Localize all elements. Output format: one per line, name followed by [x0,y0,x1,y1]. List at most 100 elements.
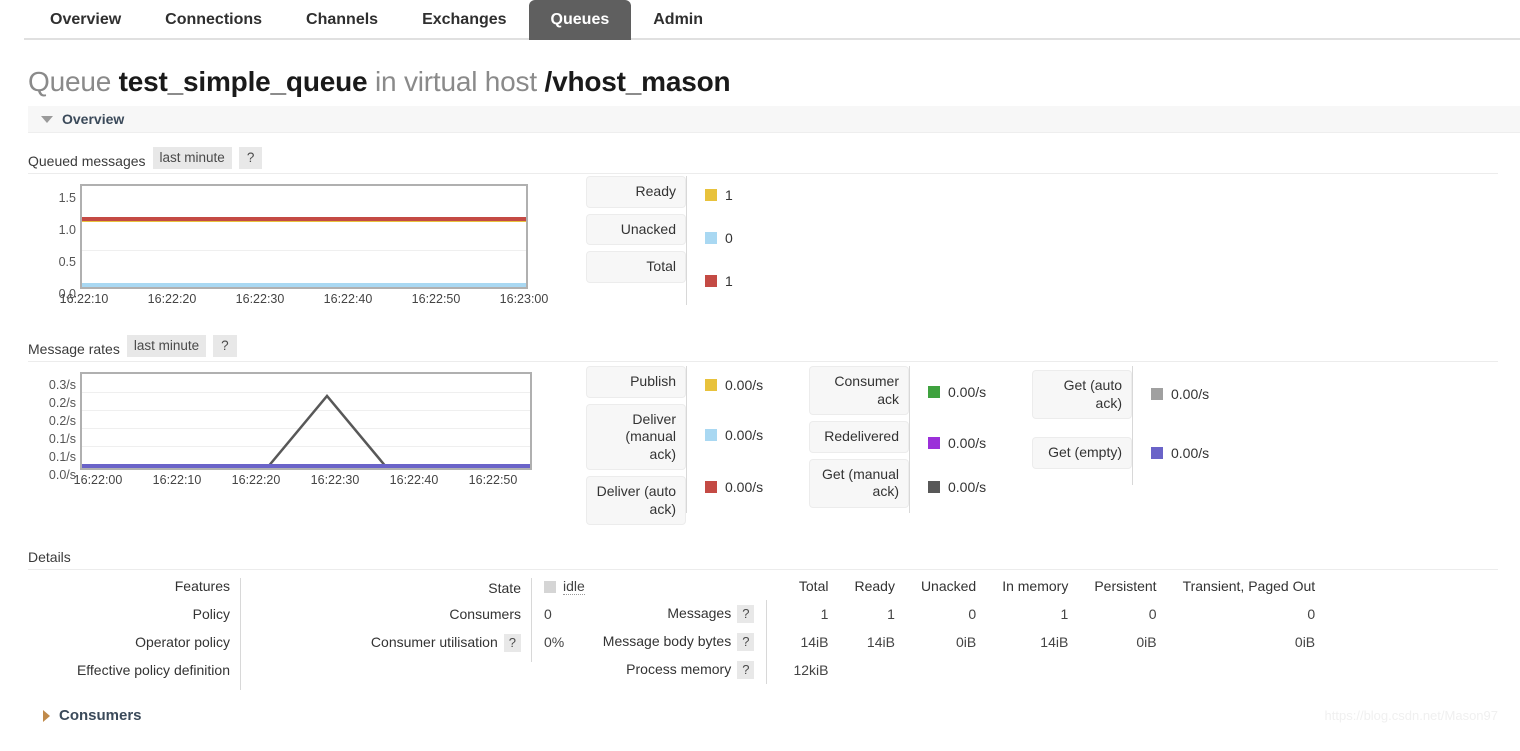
legend-row: Get (manual ack) [809,458,909,508]
stats-cell: 0iB [1294,634,1316,650]
nav-tab-channels[interactable]: Channels [284,0,400,40]
details-label-state: State [488,579,521,596]
help-icon-messages[interactable]: ? [737,605,755,623]
nav-tab-overview[interactable]: Overview [28,0,143,40]
legend-value-text: 0.00/s [1171,385,1210,402]
nav-tab-queues[interactable]: Queues [528,0,632,40]
nav-tab-connections[interactable]: Connections [143,0,284,40]
details-row-consumer-utilisation: Consumer utilisation? 0% [241,634,585,662]
queue-name: test_simple_queue [118,66,368,97]
legend-row: 0.00/s [687,467,783,507]
color-swatch-deliver-manual-ack [705,429,717,441]
section-overview-header[interactable]: Overview [28,106,1520,133]
message-rates-header: Message rates last minute ? [28,335,1498,362]
stats-cell: 0 [1148,606,1157,622]
legend-value-text: 0.00/s [948,384,987,400]
details-label-consumer-utilisation: Consumer utilisation? [241,634,531,652]
legend-button-ready[interactable]: Ready [586,176,686,208]
color-swatch-unacked [705,231,717,244]
legend-button-get-empty[interactable]: Get (empty) [1032,437,1132,469]
legend-button-total[interactable]: Total [586,251,686,283]
message-rates-period-button[interactable]: last minute [126,335,207,357]
message-rates-plot [80,372,532,470]
queued-messages-header: Queued messages last minute ? [28,147,1498,174]
legend-value-text: 0.00/s [948,479,987,495]
details-label-features: Features [174,578,230,594]
help-icon-process-memory[interactable]: ? [737,661,755,679]
stats-cell: 12kiB [793,662,829,678]
legend-value-get-manual-ack: 0.00/s [910,479,1006,495]
queue-stats-table: Total Ready Unacked In memory Persistent… [602,578,1316,684]
details-label-effective-policy-definition: Effective policy definition [76,662,230,678]
legend-button-deliver-manual-ack[interactable]: Deliver (manual ack) [586,403,686,470]
stats-row-label-process-memory: Process memory? [602,656,768,684]
legend-value-text: 0 [725,229,733,246]
legend-buttons-column: Ready Unacked Total [586,176,686,289]
legend-value-deliver-auto-ack: 0.00/s [687,479,783,495]
stats-row-label-messages: Messages? [602,600,768,628]
color-swatch-deliver-auto-ack [705,481,717,493]
legend-button-get-auto-ack[interactable]: Get (auto ack) [1032,370,1132,419]
x-tick: 16:22:10 [152,473,202,487]
rates-values-column-1: 0.00/s 0.00/s 0.00/s [686,366,783,513]
color-swatch-ready [705,188,717,201]
queued-messages-period-button[interactable]: last minute [152,147,232,169]
nav-tab-admin[interactable]: Admin [631,0,725,40]
details-value-consumer-utilisation: 0% [544,634,565,650]
legend-button-redelivered[interactable]: Redelivered [809,421,909,453]
legend-button-publish[interactable]: Publish [586,366,686,398]
details-label-consumers: Consumers [449,606,521,622]
section-overview-label: Overview [62,111,125,127]
stats-cell: 0iB [1136,634,1157,650]
legend-row: 0.00/s [1133,427,1229,479]
legend-value-text: 0.00/s [725,427,764,443]
details-label-policy: Policy [192,606,230,622]
legend-row: Redelivered [809,421,909,453]
legend-button-unacked[interactable]: Unacked [586,213,686,245]
rates-buttons-column-1: Publish Deliver (manual ack) Deliver (au… [586,366,686,531]
legend-row: 0.00/s [910,467,1006,507]
messages-label-text: Messages [667,605,732,621]
chevron-down-icon [41,115,53,123]
queued-messages-plot [80,184,528,289]
legend-button-deliver-auto-ack[interactable]: Deliver (auto ack) [586,476,686,525]
legend-button-consumer-ack[interactable]: Consumer ack [809,366,909,415]
stats-cell [976,656,1068,684]
legend-row: Deliver (manual ack) [586,403,686,470]
page-title-middle: in virtual host [374,66,537,97]
details-row: Policy [28,606,240,634]
details-left-column: Features Policy Operator policy Effectiv… [28,578,240,690]
page-title-prefix: Queue [28,66,112,97]
details-middle-column: State idle Consumers 0 Consumer utilisat… [241,578,585,662]
x-tick: 16:22:00 [73,473,123,487]
consumer-utilisation-text: Consumer utilisation [370,634,498,650]
nav-tab-exchanges[interactable]: Exchanges [400,0,528,40]
details-value-consumers: 0 [544,606,552,622]
series-total-line [82,217,526,221]
help-icon-message-body-bytes[interactable]: ? [737,633,755,651]
stats-cell: 14iB [1040,634,1069,650]
legend-value-text: 1 [725,186,733,203]
help-icon-consumer-utilisation[interactable]: ? [503,634,521,652]
stats-cell: 0 [968,606,977,622]
section-consumers-label: Consumers [59,707,142,724]
stats-cell [1068,656,1156,684]
stats-cell: 1 [887,606,895,622]
message-rates-help-button[interactable]: ? [213,335,237,357]
state-swatch-icon [544,580,556,593]
message-rates-chart: 0.3/s 0.2/s 0.2/s 0.1/s 0.1/s 0.0/s 16:2… [28,372,564,497]
x-tick: 16:22:10 [59,292,109,306]
legend-row: 0.00/s [910,366,1006,418]
x-tick: 16:22:40 [323,292,373,306]
color-swatch-get-empty [1151,447,1163,459]
stats-cell [895,656,976,684]
stats-col-total: Total [798,578,829,594]
series-unacked-line [82,283,526,287]
section-consumers-header[interactable]: Consumers [28,702,1520,729]
legend-button-get-manual-ack[interactable]: Get (manual ack) [809,458,909,508]
legend-value-get-auto-ack: 0.00/s [1133,386,1229,402]
queued-messages-help-button[interactable]: ? [238,147,263,169]
stats-cell [828,656,894,684]
state-value-text: idle [563,578,585,595]
legend-row: 0.00/s [687,409,783,461]
